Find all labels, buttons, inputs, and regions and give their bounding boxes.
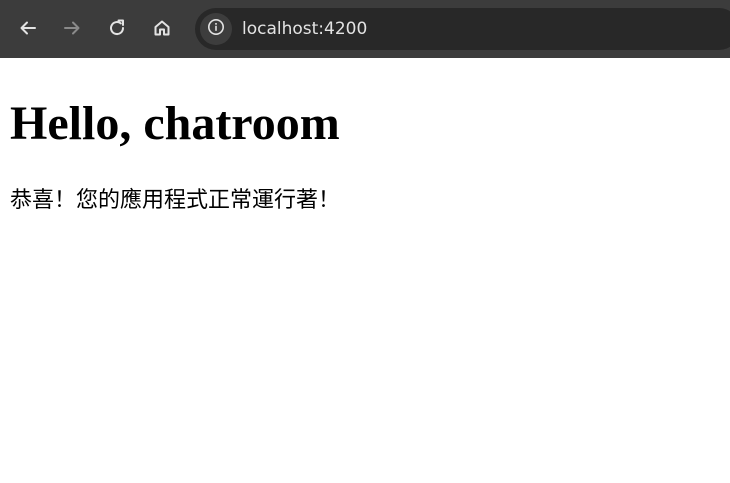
arrow-left-icon	[18, 18, 38, 38]
address-bar[interactable]: localhost:4200	[195, 8, 730, 50]
home-button[interactable]	[147, 13, 177, 43]
back-button[interactable]	[13, 13, 43, 43]
browser-toolbar: localhost:4200	[0, 0, 730, 58]
site-info-button[interactable]	[200, 13, 232, 45]
reload-icon	[107, 18, 127, 38]
page-heading: Hello, chatroom	[10, 97, 340, 150]
forward-button[interactable]	[57, 13, 87, 43]
home-icon	[152, 18, 172, 38]
reload-button[interactable]	[102, 13, 132, 43]
page-message: 恭喜！您的應用程式正常運行著！	[10, 188, 341, 213]
page-content: Hello, chatroom 恭喜！您的應用程式正常運行著！	[0, 58, 730, 483]
url-text[interactable]: localhost:4200	[242, 8, 367, 50]
info-icon	[207, 18, 225, 41]
arrow-right-icon	[62, 18, 82, 38]
